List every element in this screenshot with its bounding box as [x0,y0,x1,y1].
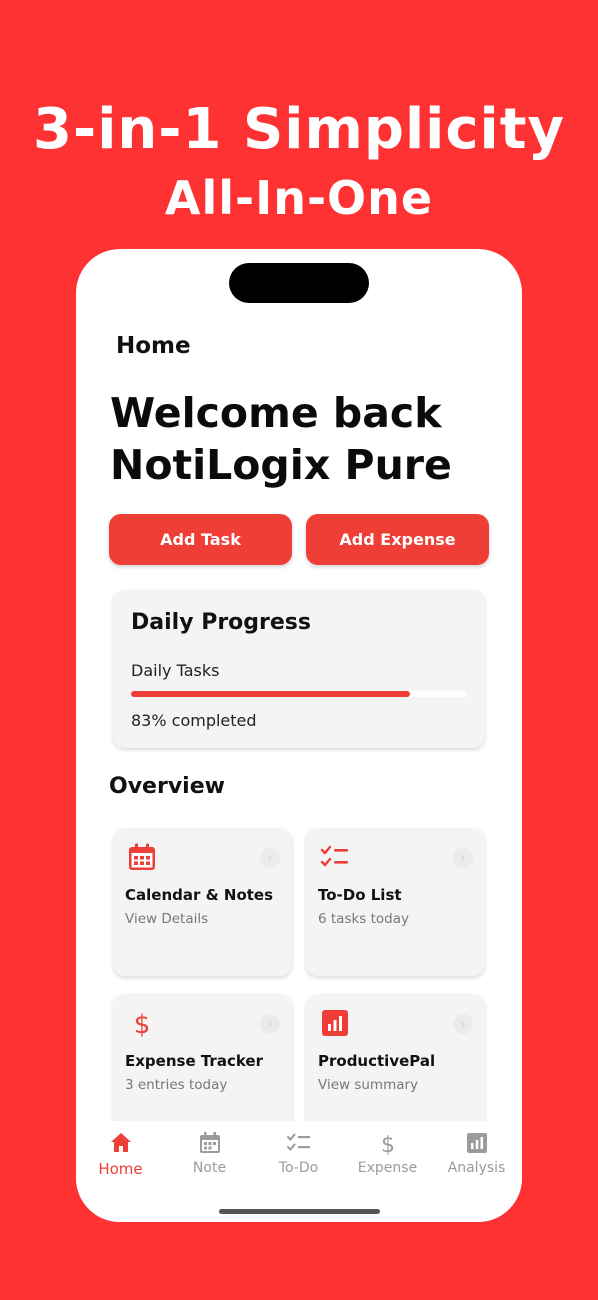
chevron-right-icon: › [453,1014,473,1034]
checklist-icon [320,845,348,867]
tab-label: To-Do [278,1160,319,1176]
svg-text:$: $ [381,1133,395,1155]
tab-todo[interactable]: To-Do [254,1121,343,1191]
page-title: Home [116,333,191,359]
tab-note[interactable]: Note [165,1121,254,1191]
tile-subtitle: View Details [125,911,209,927]
tile-title: ProductivePal [318,1052,436,1070]
add-task-button[interactable]: Add Task [109,514,292,565]
chevron-right-icon: › [260,848,280,868]
phone-frame: Home Welcome back NotiLogix Pure Add Tas… [76,249,522,1222]
tab-label: Expense [357,1160,418,1176]
tile-expense-tracker[interactable]: $ › Expense Tracker 3 entries today [113,994,292,1142]
chevron-right-icon: › [260,1014,280,1034]
tile-subtitle: View summary [318,1077,419,1093]
promo-subheadline: All-In-One [164,171,434,225]
tab-label: Home [98,1160,143,1178]
chevron-right-icon: › [453,848,473,868]
calendar-icon [200,1132,220,1153]
tile-title: Calendar & Notes [125,886,274,904]
tile-productivepal[interactable]: › ProductivePal View summary [306,994,485,1142]
tab-label: Note [192,1160,227,1176]
welcome-heading: Welcome back NotiLogix Pure [110,387,452,491]
progress-title: Daily Progress [131,610,311,635]
tile-title: Expense Tracker [125,1052,263,1070]
tab-analysis[interactable]: Analysis [432,1121,521,1191]
svg-text:$: $ [134,1010,151,1038]
tab-label: Analysis [447,1160,506,1176]
tab-home[interactable]: Home [76,1121,165,1191]
bottom-tab-bar: Home Note To-Do $ Expense Analysis [76,1121,522,1222]
bar-chart-icon [322,1010,348,1036]
dollar-icon: $ [134,1010,151,1038]
progress-percent: 83% completed [131,711,257,730]
tile-todo-list[interactable]: › To-Do List 6 tasks today [306,828,485,976]
promo-headline: 3-in-1 Simplicity [33,97,565,162]
welcome-line-1: Welcome back [110,389,442,437]
tile-subtitle: 6 tasks today [318,911,410,927]
home-indicator[interactable] [219,1209,380,1214]
bar-chart-icon [467,1133,487,1153]
dynamic-island [229,263,369,303]
add-expense-button[interactable]: Add Expense [306,514,489,565]
home-icon [111,1133,131,1152]
calendar-icon [129,843,155,870]
tile-calendar-notes[interactable]: › Calendar & Notes View Details [113,828,292,976]
daily-progress-card: Daily Progress Daily Tasks 83% completed [113,590,485,748]
tab-expense[interactable]: $ Expense [343,1121,432,1191]
dollar-icon: $ [381,1133,395,1155]
tile-subtitle: 3 entries today [125,1077,228,1093]
progress-label: Daily Tasks [131,661,220,680]
welcome-line-2: NotiLogix Pure [110,441,452,489]
progress-track [131,691,467,697]
progress-fill [131,691,410,697]
checklist-icon [287,1133,310,1151]
overview-title: Overview [109,774,225,799]
tile-title: To-Do List [318,886,402,904]
